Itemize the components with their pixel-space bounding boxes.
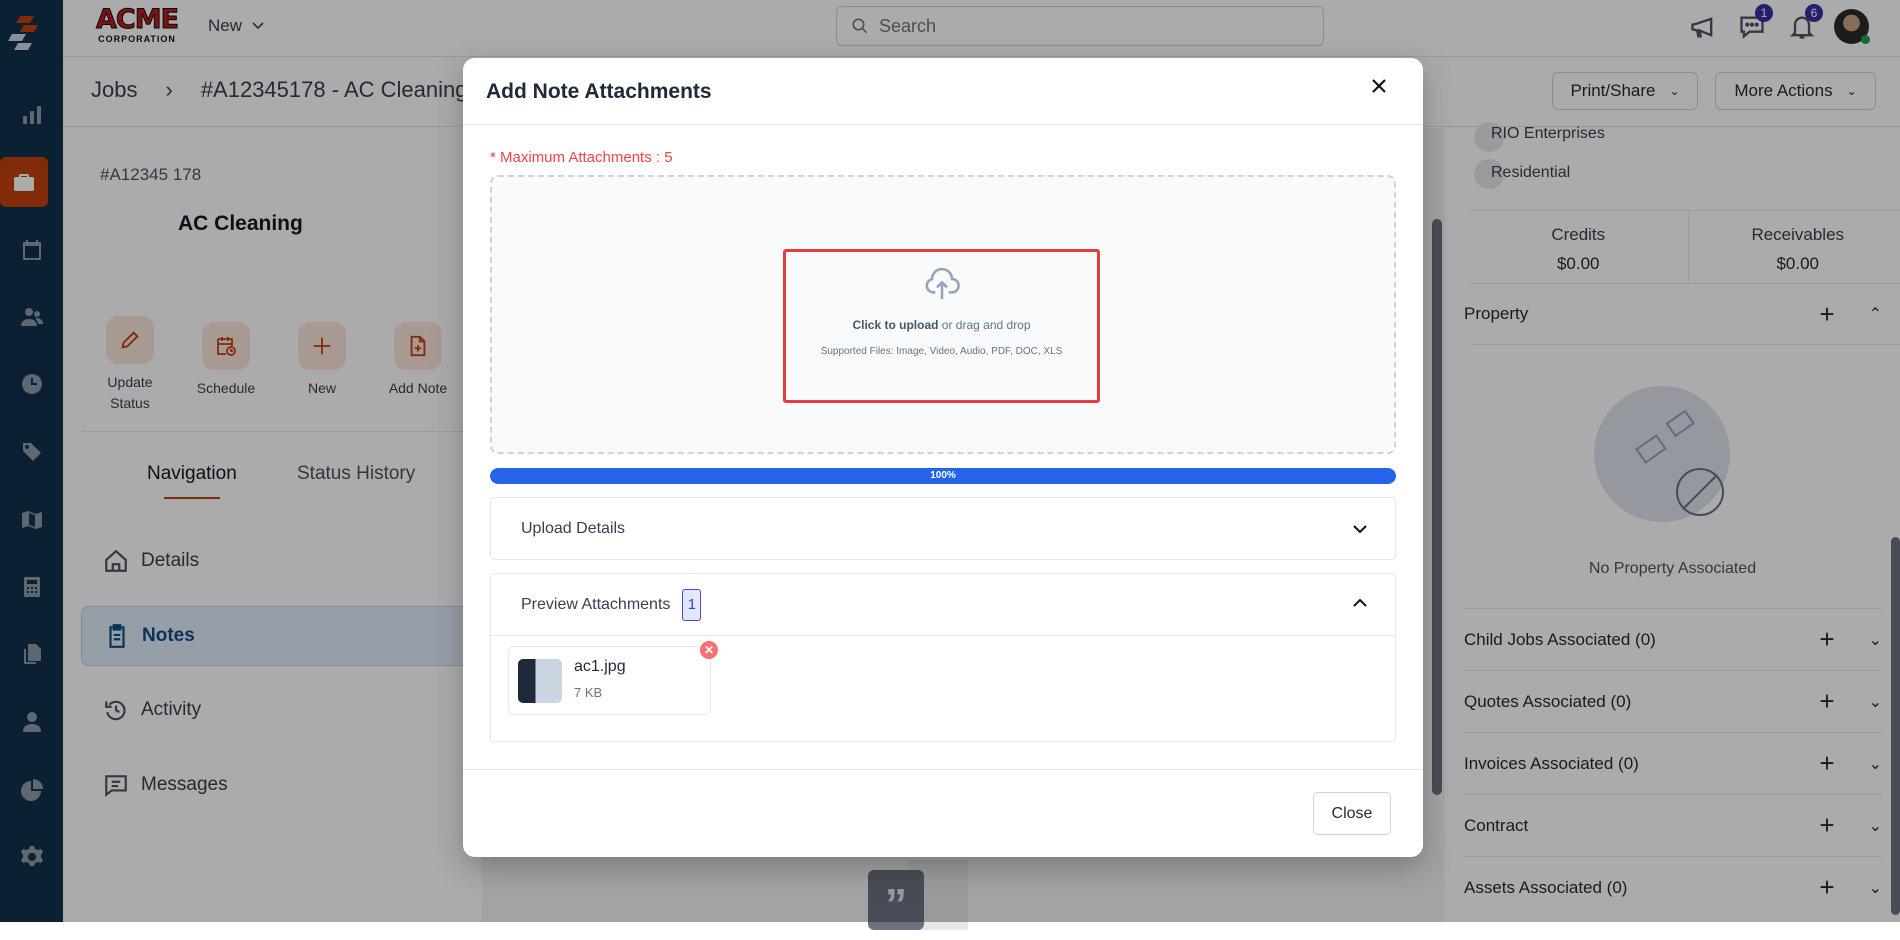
click-to-upload-text: Click to upload [852, 318, 938, 332]
preview-attachments-accordion: Preview Attachments 1 ac1.jpg 7 KB ✕ [490, 573, 1396, 742]
chevron-down-icon [1353, 522, 1367, 536]
max-attachments-note: * Maximum Attachments : 5 [490, 149, 673, 166]
cloud-upload-icon [922, 264, 962, 304]
upload-progress-bar: 100% [490, 468, 1396, 484]
attachment-thumbnail [518, 659, 562, 703]
upload-details-label: Upload Details [521, 520, 625, 538]
upload-details-accordion[interactable]: Upload Details [490, 497, 1396, 560]
dropzone[interactable]: Click to upload or drag and drop Support… [490, 175, 1396, 454]
preview-attachments-header[interactable]: Preview Attachments 1 [491, 574, 1395, 636]
supported-files-text: Supported Files: Image, Video, Audio, PD… [786, 346, 1097, 357]
progress-label: 100% [930, 470, 956, 481]
upload-area-button[interactable]: Click to upload or drag and drop Support… [783, 249, 1100, 403]
add-note-attachments-modal: Add Note Attachments * Maximum Attachmen… [463, 58, 1423, 857]
progress-fill: 100% [490, 468, 1396, 484]
close-icon[interactable] [1371, 78, 1387, 99]
preview-label: Preview Attachments [521, 596, 670, 614]
modal-title: Add Note Attachments [486, 80, 712, 104]
attachment-card[interactable]: ac1.jpg 7 KB ✕ [508, 646, 711, 715]
drag-drop-text: or drag and drop [938, 318, 1030, 332]
chevron-up-icon[interactable] [1353, 596, 1367, 610]
attachment-size: 7 KB [574, 685, 602, 700]
remove-attachment-icon[interactable]: ✕ [700, 641, 718, 659]
attachment-name: ac1.jpg [574, 658, 626, 676]
attachment-count-badge: 1 [682, 589, 701, 621]
close-button[interactable]: Close [1313, 792, 1391, 835]
